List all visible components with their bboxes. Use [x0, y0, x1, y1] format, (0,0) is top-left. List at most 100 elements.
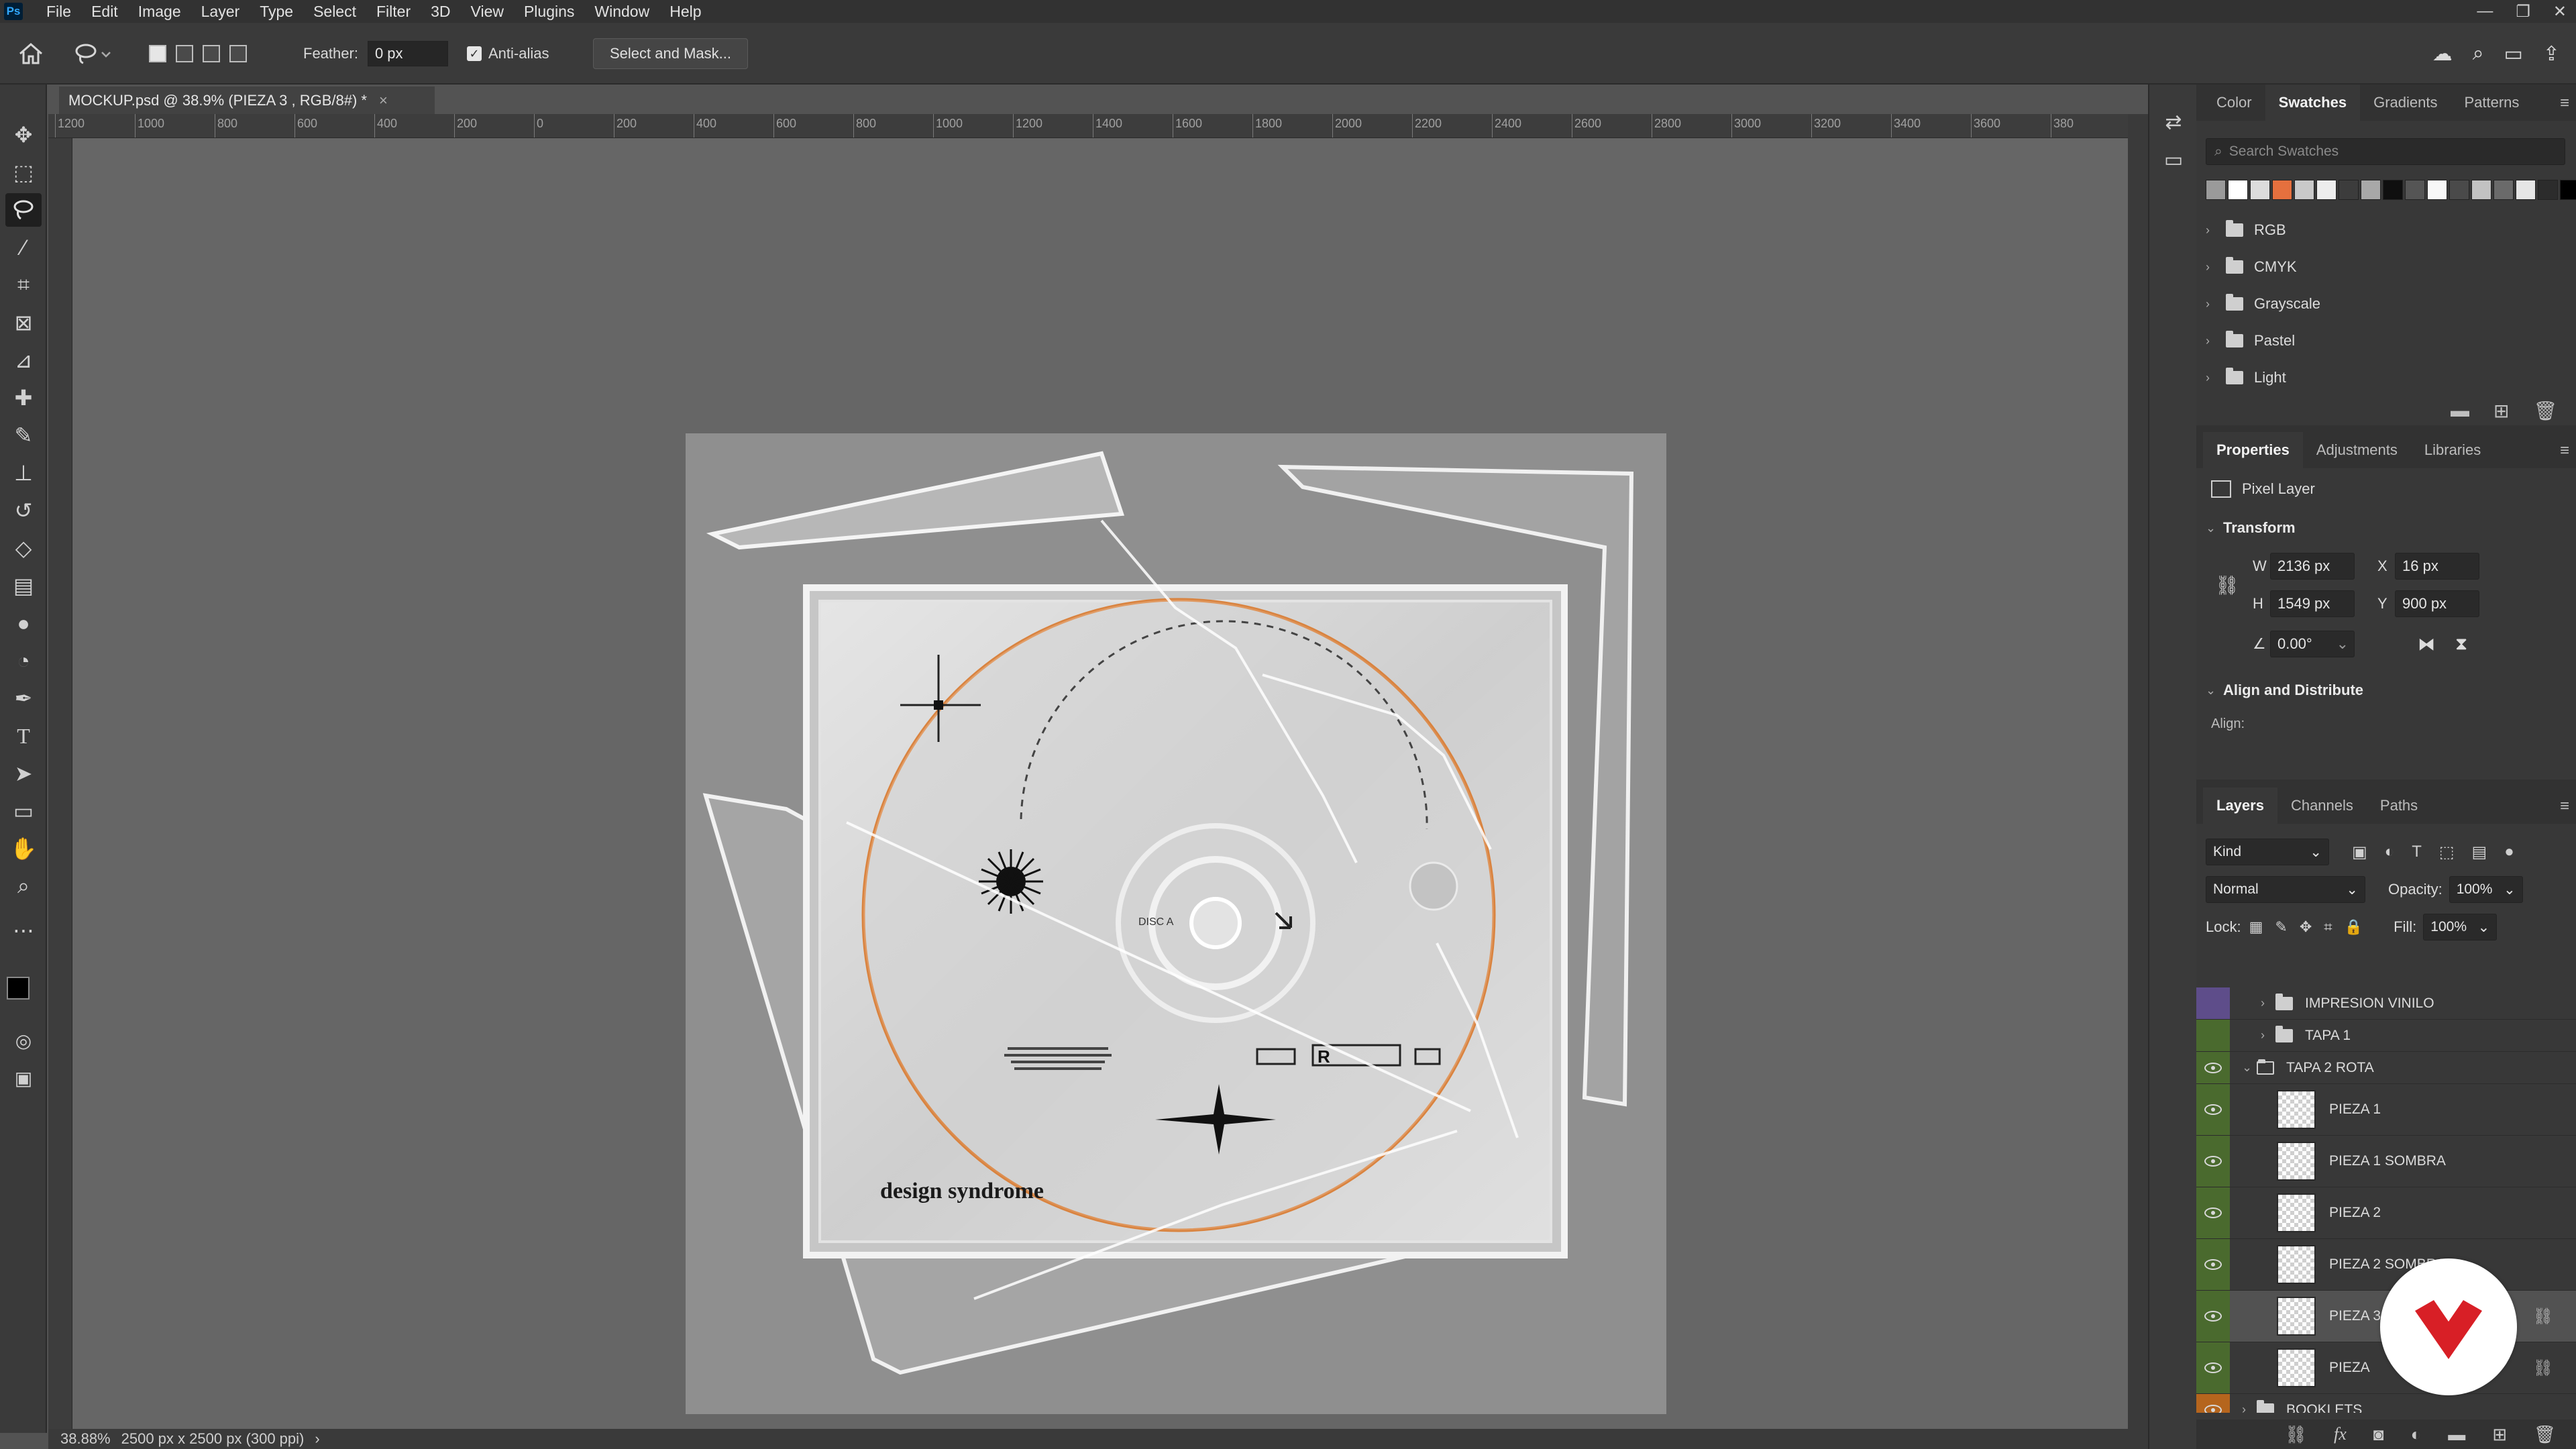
tab-properties[interactable]: Properties: [2203, 432, 2303, 468]
lock-artboard-icon[interactable]: ⌗: [2324, 918, 2332, 936]
share-icon[interactable]: ⇪: [2543, 42, 2560, 66]
close-document-icon[interactable]: ×: [379, 92, 388, 109]
swatch[interactable]: [2250, 180, 2270, 200]
dodge-tool-icon[interactable]: ◔: [5, 644, 42, 678]
filter-smart-object-icon[interactable]: ▤: [2472, 843, 2487, 862]
tab-adjustments[interactable]: Adjustments: [2303, 432, 2411, 468]
swatch[interactable]: [2493, 180, 2514, 200]
menu-view[interactable]: View: [461, 0, 514, 23]
tab-libraries[interactable]: Libraries: [2411, 432, 2494, 468]
add-mask-icon[interactable]: ◙: [2373, 1424, 2384, 1445]
lock-pixels-icon[interactable]: ✎: [2275, 918, 2287, 936]
menu-file[interactable]: File: [36, 0, 81, 23]
chevron-right-icon[interactable]: ›: [2242, 1403, 2250, 1413]
type-tool-icon[interactable]: T: [5, 719, 42, 753]
new-swatch-icon[interactable]: ⊞: [2493, 400, 2509, 422]
chevron-right-icon[interactable]: ›: [2261, 1028, 2269, 1042]
layer-visibility-toggle[interactable]: [2196, 1052, 2230, 1083]
new-group-folder-icon[interactable]: ▬: [2451, 400, 2469, 421]
swatch-group-pastel[interactable]: › Pastel: [2206, 323, 2295, 359]
swatch[interactable]: [2316, 180, 2337, 200]
cloud-docs-icon[interactable]: ☁: [2432, 42, 2453, 66]
history-panel-icon[interactable]: ⇄: [2160, 109, 2187, 136]
tab-channels[interactable]: Channels: [2277, 788, 2367, 824]
blur-tool-icon[interactable]: ●: [5, 606, 42, 640]
swatch-group-light[interactable]: › Light: [2206, 360, 2286, 396]
panel-menu-icon[interactable]: ≡: [2560, 797, 2569, 816]
antialias-checkbox[interactable]: ✓: [467, 46, 482, 61]
swatch-group-rgb[interactable]: › RGB: [2206, 212, 2286, 248]
menu-image[interactable]: Image: [128, 0, 191, 23]
new-selection-icon[interactable]: [149, 45, 166, 62]
width-field[interactable]: 2136 px: [2270, 553, 2355, 580]
tab-swatches[interactable]: Swatches: [2265, 85, 2361, 121]
opacity-field[interactable]: 100% ⌄: [2449, 876, 2523, 903]
chevron-right-icon[interactable]: ›: [2261, 996, 2269, 1010]
crop-tool-icon[interactable]: ⌗: [5, 268, 42, 302]
layer-style-icon[interactable]: fx: [2334, 1424, 2347, 1444]
transform-header[interactable]: ⌄ Transform: [2206, 519, 2296, 537]
pen-tool-icon[interactable]: ✒: [5, 682, 42, 715]
foreground-color-swatch[interactable]: [7, 977, 30, 1000]
chevron-down-icon[interactable]: ⌄: [2242, 1061, 2252, 1075]
canvas-vertical-scrollbar[interactable]: [2128, 114, 2148, 1449]
layer-visibility-toggle[interactable]: [2196, 1084, 2230, 1135]
swatch[interactable]: [2471, 180, 2491, 200]
height-field[interactable]: 1549 px: [2270, 590, 2355, 617]
lock-transparency-icon[interactable]: ▦: [2249, 918, 2263, 936]
swatch[interactable]: [2516, 180, 2536, 200]
feather-input[interactable]: [367, 41, 448, 66]
y-field[interactable]: 900 px: [2395, 590, 2479, 617]
filter-adjustment-icon[interactable]: ◐: [2385, 843, 2395, 862]
select-and-mask-button[interactable]: Select and Mask...: [593, 38, 748, 69]
hand-tool-icon[interactable]: ✋: [5, 832, 42, 865]
layer-row[interactable]: PIEZA 1 SOMBRA: [2196, 1136, 2576, 1187]
swatch[interactable]: [2427, 180, 2447, 200]
swatch-group-cmyk[interactable]: › CMYK: [2206, 249, 2297, 285]
filter-toggle-icon[interactable]: ●: [2504, 843, 2514, 862]
search-icon[interactable]: ⌕: [2473, 42, 2484, 65]
lasso-tool-icon[interactable]: [5, 193, 42, 227]
tab-patterns[interactable]: Patterns: [2451, 85, 2532, 121]
angle-field[interactable]: 0.00° ⌄: [2270, 631, 2355, 657]
link-layers-icon[interactable]: ⛓: [2285, 1424, 2307, 1445]
add-selection-icon[interactable]: [176, 45, 193, 62]
layer-visibility-toggle[interactable]: [2196, 1291, 2230, 1342]
swatch[interactable]: [2361, 180, 2381, 200]
tab-color[interactable]: Color: [2203, 85, 2265, 121]
layer-visibility-toggle[interactable]: [2196, 1342, 2230, 1393]
quick-mask-icon[interactable]: ◎: [5, 1024, 42, 1057]
blend-mode-dropdown[interactable]: Normal ⌄: [2206, 876, 2365, 903]
filter-type-icon[interactable]: T: [2412, 843, 2422, 862]
swatch[interactable]: [2206, 180, 2226, 200]
tab-paths[interactable]: Paths: [2367, 788, 2431, 824]
canvas-area[interactable]: DISC A R design syndrome: [72, 138, 2128, 1429]
clone-stamp-tool-icon[interactable]: ⊥: [5, 456, 42, 490]
swatch[interactable]: [2538, 180, 2558, 200]
menu-layer[interactable]: Layer: [191, 0, 250, 23]
layer-visibility-toggle[interactable]: [2196, 1136, 2230, 1187]
swatch[interactable]: [2383, 180, 2403, 200]
swatch[interactable]: [2272, 180, 2292, 200]
swatch-group-grayscale[interactable]: › Grayscale: [2206, 286, 2320, 322]
delete-swatch-icon[interactable]: 🗑: [2533, 400, 2557, 422]
swatch[interactable]: [2405, 180, 2425, 200]
menu-filter[interactable]: Filter: [366, 0, 421, 23]
marquee-tool-icon[interactable]: ⬚: [5, 156, 42, 189]
layer-row[interactable]: PIEZA 1: [2196, 1084, 2576, 1136]
tab-layers[interactable]: Layers: [2203, 788, 2277, 824]
restore-icon[interactable]: ❐: [2516, 2, 2530, 21]
move-tool-icon[interactable]: ✥: [5, 118, 42, 152]
lock-all-icon[interactable]: 🔒: [2345, 918, 2363, 936]
filter-pixel-icon[interactable]: ▣: [2352, 843, 2367, 862]
layer-row[interactable]: › BOOKLETS: [2196, 1394, 2576, 1413]
new-layer-icon[interactable]: ⊞: [2492, 1424, 2507, 1445]
flip-vertical-icon[interactable]: ⧗: [2455, 633, 2467, 655]
gradient-tool-icon[interactable]: ▤: [5, 569, 42, 602]
document-tab[interactable]: MOCKUP.psd @ 38.9% (PIEZA 3 , RGB/8#) * …: [59, 85, 435, 114]
panel-menu-icon[interactable]: ≡: [2560, 94, 2569, 113]
swatch[interactable]: [2228, 180, 2248, 200]
layer-visibility-toggle[interactable]: [2196, 1187, 2230, 1238]
delete-layer-icon[interactable]: 🗑: [2534, 1424, 2556, 1445]
history-brush-tool-icon[interactable]: ↺: [5, 494, 42, 527]
